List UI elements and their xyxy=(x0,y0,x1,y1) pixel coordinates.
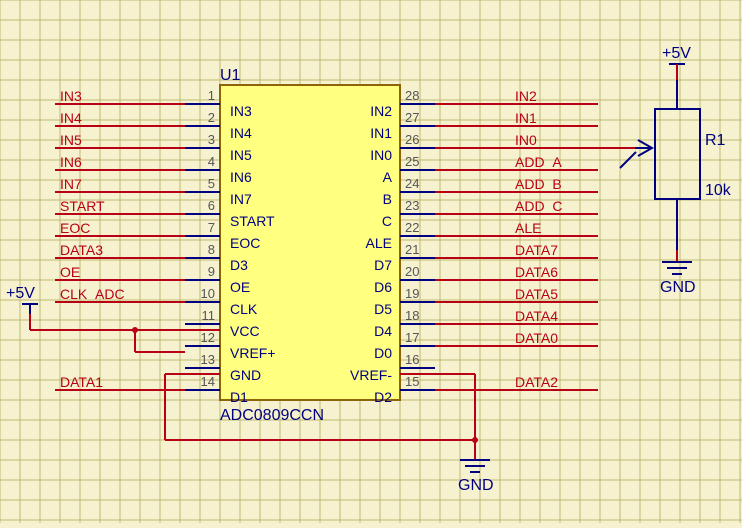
pin-number: 22 xyxy=(405,220,419,235)
net-label: EOC xyxy=(60,220,90,236)
net-label: IN6 xyxy=(60,154,82,170)
pin-number: 20 xyxy=(405,264,419,279)
partname-u1: ADC0809CCN xyxy=(220,407,324,424)
pin-number: 14 xyxy=(201,374,215,389)
gnd-label-pot: GND xyxy=(660,279,696,296)
net-label: ADD_A xyxy=(515,154,562,170)
net-label: ALE xyxy=(515,220,541,236)
net-label: CLK_ADC xyxy=(60,286,125,302)
pin-label: D4 xyxy=(374,323,392,339)
pin-label: B xyxy=(383,191,392,207)
pin-number: 10 xyxy=(201,286,215,301)
pin-label: IN7 xyxy=(230,191,252,207)
pin-label: EOC xyxy=(230,235,260,251)
pin-number: 19 xyxy=(405,286,419,301)
pin-number: 25 xyxy=(405,154,419,169)
pin-number: 13 xyxy=(201,352,215,367)
pin-number: 8 xyxy=(208,242,215,257)
net-label: DATA1 xyxy=(60,374,103,390)
net-label: IN7 xyxy=(60,176,82,192)
power-5v-label: +5V xyxy=(6,285,35,302)
pin-number: 27 xyxy=(405,110,419,125)
pin-label: D5 xyxy=(374,301,392,317)
pin-label: A xyxy=(383,169,393,185)
schematic-canvas: U1 ADC0809CCN 1 IN3 IN3 2 IN4 IN4 3 IN5 IN5 4 IN6 I… xyxy=(0,0,742,523)
pin-label: D3 xyxy=(230,257,248,273)
pin-number: 24 xyxy=(405,176,419,191)
pin-label: D0 xyxy=(374,345,392,361)
net-label: DATA0 xyxy=(515,330,558,346)
pin-number: 11 xyxy=(202,308,216,323)
pin-label: D1 xyxy=(230,389,248,405)
pin-number: 12 xyxy=(201,330,215,345)
net-label: DATA7 xyxy=(515,242,558,258)
net-label: IN3 xyxy=(60,88,82,104)
pin-number: 28 xyxy=(405,88,419,103)
pin-number: 16 xyxy=(405,352,419,367)
pin-label: IN0 xyxy=(370,147,392,163)
value-r1: 10k xyxy=(705,182,732,199)
pin-number: 7 xyxy=(208,220,215,235)
gnd-symbol-center: GND xyxy=(458,460,494,494)
pin-label: START xyxy=(230,213,275,229)
refdes-u1: U1 xyxy=(220,67,241,84)
pin-label: IN3 xyxy=(230,103,252,119)
pin-number: 3 xyxy=(208,132,215,147)
pin-number: 26 xyxy=(405,132,419,147)
net-label: IN2 xyxy=(515,88,537,104)
refdes-r1: R1 xyxy=(705,132,726,149)
pin-number: 5 xyxy=(208,176,215,191)
gnd-symbol-pot: GND xyxy=(660,250,696,296)
pin-label: VCC xyxy=(230,323,260,339)
pin-number: 17 xyxy=(405,330,419,345)
net-label: ADD_C xyxy=(515,198,562,214)
pin-label: VREF+ xyxy=(230,345,276,361)
pin-number: 21 xyxy=(405,242,419,257)
pin-number: 4 xyxy=(208,154,215,169)
pin-number: 18 xyxy=(405,308,419,323)
pin-label: GND xyxy=(230,367,261,383)
pin-label: OE xyxy=(230,279,250,295)
net-label: OE xyxy=(60,264,80,280)
power-5v-top: +5V xyxy=(662,45,691,80)
gnd-label: GND xyxy=(458,477,494,494)
pin-number: 1 xyxy=(208,88,215,103)
pin-label: IN2 xyxy=(370,103,392,119)
pin-label: IN1 xyxy=(370,125,392,141)
net-label: IN4 xyxy=(60,110,82,126)
net-label: ADD_B xyxy=(515,176,562,192)
pin-label: IN5 xyxy=(230,147,252,163)
pin-label: D2 xyxy=(374,389,392,405)
pin-label: VREF- xyxy=(350,367,392,383)
pin-label: C xyxy=(382,213,392,229)
net-label: DATA2 xyxy=(515,374,558,390)
net-label: IN1 xyxy=(515,110,537,126)
pin-label: ALE xyxy=(366,235,392,251)
net-label: IN0 xyxy=(515,132,537,148)
net-label: START xyxy=(60,198,105,214)
pin-number: 2 xyxy=(208,110,215,125)
power-5v-label-top: +5V xyxy=(662,45,691,62)
power-5v-left: +5V xyxy=(6,285,38,314)
net-label: DATA3 xyxy=(60,242,103,258)
pin-number: 15 xyxy=(405,374,419,389)
pin-label: D7 xyxy=(374,257,392,273)
pin-number: 23 xyxy=(405,198,419,213)
pin-label: D6 xyxy=(374,279,392,295)
net-label: IN5 xyxy=(60,132,82,148)
net-label: DATA4 xyxy=(515,308,558,324)
pin-label: CLK xyxy=(230,301,258,317)
potentiometer-r1: R1 10k xyxy=(620,80,732,250)
net-label: DATA6 xyxy=(515,264,558,280)
pin-number: 6 xyxy=(208,198,215,213)
pin-label: IN4 xyxy=(230,125,252,141)
pin-label: IN6 xyxy=(230,169,252,185)
pin-number: 9 xyxy=(208,264,215,279)
net-label: DATA5 xyxy=(515,286,558,302)
